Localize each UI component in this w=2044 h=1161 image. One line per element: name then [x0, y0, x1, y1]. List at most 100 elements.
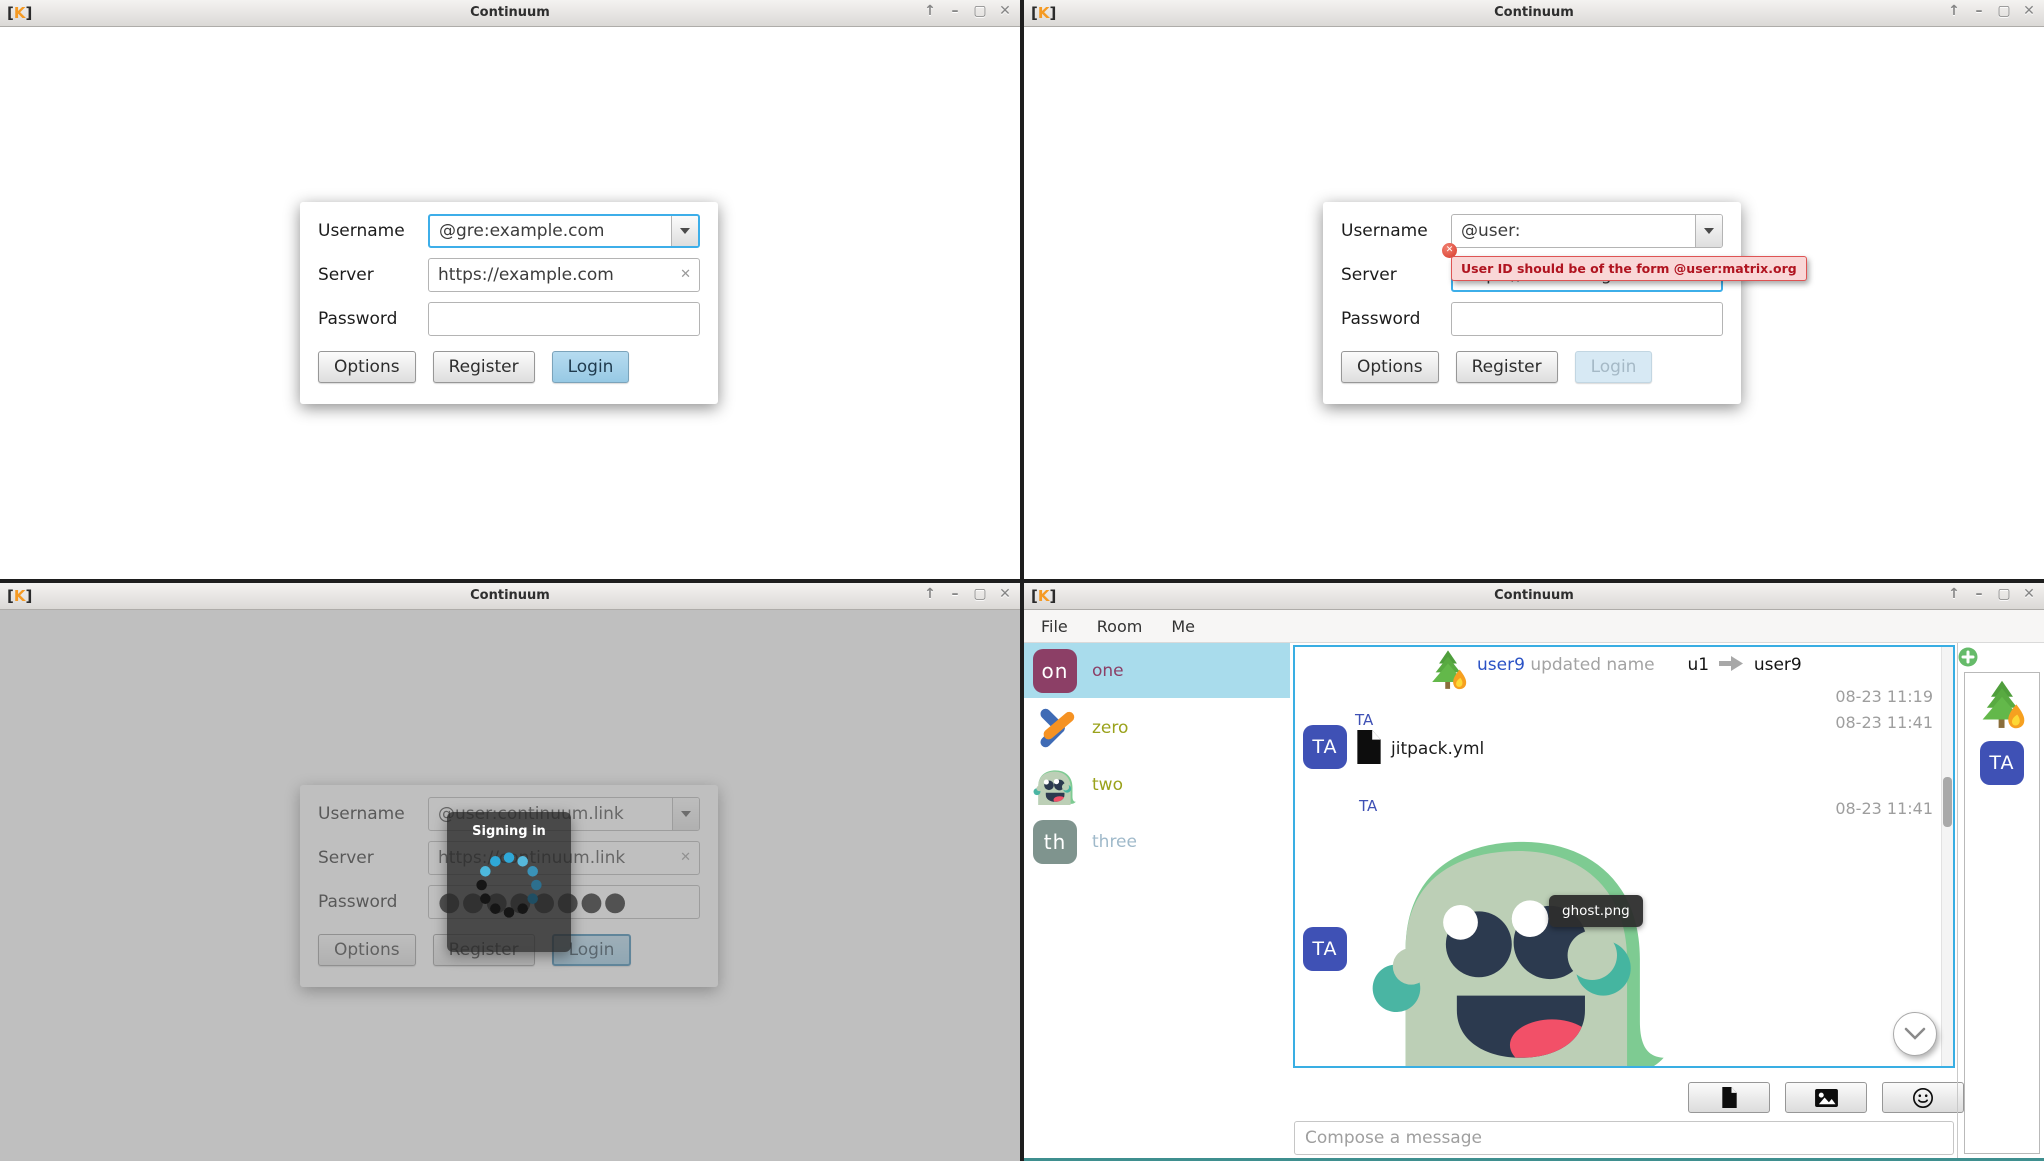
- shade-icon[interactable]: ↑: [1947, 586, 1961, 602]
- window-login-2: [K] Continuum ↑ – ▢ ✕ Username @user: Se…: [1024, 0, 2044, 579]
- avatar: TA: [1303, 927, 1347, 971]
- login-form: Username @user: Server https://matrix.or…: [1323, 202, 1741, 404]
- chevron-down-icon: [1704, 228, 1714, 234]
- window-title: Continuum: [0, 588, 1020, 603]
- room-label: one: [1092, 661, 1124, 681]
- arrow-right-icon: [1718, 656, 1744, 671]
- send-file-button[interactable]: [1688, 1082, 1770, 1113]
- k-logo-icon: [1033, 706, 1077, 750]
- server-label: Server: [318, 265, 428, 285]
- plus-icon: [1958, 647, 1978, 667]
- message-sender: TA: [1355, 711, 1373, 729]
- ghost-avatar-icon: [1033, 763, 1077, 807]
- register-button[interactable]: Register: [1456, 351, 1558, 383]
- titlebar[interactable]: [K] Continuum ↑ – ▢ ✕: [1024, 0, 2044, 27]
- member-avatar-tree-fire-icon[interactable]: [1975, 679, 2029, 737]
- room-item-one[interactable]: on one: [1024, 643, 1290, 698]
- room-avatar: on: [1033, 649, 1077, 693]
- minimize-icon[interactable]: –: [948, 3, 962, 19]
- username-combobox[interactable]: @gre:example.com: [428, 214, 700, 248]
- chevron-down-icon: [680, 228, 690, 234]
- file-name[interactable]: jitpack.yml: [1391, 739, 1484, 759]
- shade-icon[interactable]: ↑: [923, 3, 937, 19]
- password-label: Password: [1341, 309, 1451, 329]
- menu-file[interactable]: File: [1041, 617, 1068, 636]
- titlebar[interactable]: [K] Continuum ↑ – ▢ ✕: [0, 0, 1020, 27]
- shade-icon[interactable]: ↑: [1947, 3, 1961, 19]
- spinner-icon: [469, 843, 549, 927]
- member-list: TA: [1964, 672, 2040, 1154]
- maximize-icon[interactable]: ▢: [973, 3, 987, 19]
- event-text: user9 updated name u1 user9: [1477, 655, 1802, 675]
- image-tooltip: ghost.png: [1549, 895, 1643, 927]
- options-button[interactable]: Options: [1341, 351, 1439, 383]
- clear-icon[interactable]: ✕: [680, 267, 691, 282]
- titlebar[interactable]: [K] Continuum ↑ – ▢ ✕: [0, 583, 1020, 610]
- menu-room[interactable]: Room: [1097, 617, 1143, 636]
- chevron-down-icon: [1904, 1027, 1926, 1041]
- event-sender: user9: [1477, 655, 1525, 675]
- timeline-scrollbar[interactable]: [1941, 647, 1953, 1066]
- room-item-two[interactable]: two: [1024, 757, 1290, 812]
- username-value[interactable]: @gre:example.com: [430, 221, 671, 241]
- menu-me[interactable]: Me: [1171, 617, 1195, 636]
- login-button[interactable]: Login: [552, 351, 630, 383]
- username-combobox[interactable]: @user:: [1451, 214, 1723, 248]
- options-button[interactable]: Options: [318, 351, 416, 383]
- login-button-disabled: Login: [1575, 351, 1653, 383]
- emoji-button[interactable]: [1882, 1082, 1964, 1113]
- event-old-name: u1: [1687, 655, 1709, 675]
- message-timeline[interactable]: user9 updated name u1 user9 08-23 11:19 …: [1293, 645, 1955, 1068]
- room-item-zero[interactable]: zero: [1024, 700, 1290, 755]
- invite-user-button[interactable]: [1958, 647, 1978, 667]
- room-label: zero: [1092, 718, 1128, 738]
- register-button[interactable]: Register: [433, 351, 535, 383]
- signing-in-label: Signing in: [447, 824, 571, 839]
- file-icon[interactable]: [1355, 729, 1383, 769]
- error-tooltip: User ID should be of the form @user:matr…: [1451, 256, 1807, 281]
- close-icon[interactable]: ✕: [998, 3, 1012, 19]
- message-timestamp: 08-23 11:41: [1835, 713, 1933, 732]
- member-avatar[interactable]: TA: [1980, 741, 2024, 785]
- scroll-to-bottom-button[interactable]: [1893, 1012, 1937, 1056]
- file-icon: [1721, 1086, 1738, 1109]
- combobox-dropdown-button[interactable]: [671, 216, 698, 246]
- minimize-icon[interactable]: –: [1972, 3, 1986, 19]
- tree-fire-avatar-icon: [1425, 649, 1471, 697]
- window-title: Continuum: [1024, 588, 2044, 603]
- room-avatar: th: [1033, 820, 1077, 864]
- scrollbar-thumb[interactable]: [1943, 777, 1952, 827]
- window-login-1: [K] Continuum ↑ – ▢ ✕ Username @gre:exam…: [0, 0, 1020, 579]
- avatar: TA: [1303, 725, 1347, 769]
- window-title: Continuum: [0, 5, 1020, 20]
- signing-in-dialog: Signing in: [447, 812, 571, 952]
- message-timestamp: 08-23 11:41: [1835, 799, 1933, 818]
- minimize-icon[interactable]: –: [1972, 586, 1986, 602]
- close-icon[interactable]: ✕: [2022, 586, 2036, 602]
- maximize-icon[interactable]: ▢: [1997, 3, 2011, 19]
- window-chat: [K] Continuum ↑ – ▢ ✕ File Room Me on on…: [1024, 583, 2044, 1161]
- maximize-icon[interactable]: ▢: [1997, 586, 2011, 602]
- titlebar[interactable]: [K] Continuum ↑ – ▢ ✕: [1024, 583, 2044, 610]
- server-value[interactable]: https://example.com: [429, 265, 699, 285]
- send-image-button[interactable]: [1785, 1082, 1867, 1113]
- password-input[interactable]: [1451, 302, 1723, 336]
- window-login-3: [K] Continuum ↑ – ▢ ✕ Username @user:con…: [0, 583, 1020, 1161]
- menubar: File Room Me: [1024, 610, 2044, 643]
- maximize-icon[interactable]: ▢: [973, 586, 987, 602]
- window-title: Continuum: [1024, 5, 2044, 20]
- server-input[interactable]: https://example.com ✕: [428, 258, 700, 292]
- room-item-three[interactable]: th three: [1024, 814, 1290, 869]
- password-input[interactable]: [428, 302, 700, 336]
- server-label: Server: [1341, 265, 1451, 285]
- close-icon[interactable]: ✕: [2022, 3, 2036, 19]
- minimize-icon[interactable]: –: [948, 586, 962, 602]
- compose-message-input[interactable]: [1294, 1121, 1954, 1155]
- event-timestamp: 08-23 11:19: [1835, 687, 1933, 706]
- close-icon[interactable]: ✕: [998, 586, 1012, 602]
- username-label: Username: [1341, 221, 1451, 241]
- combobox-dropdown-button[interactable]: [1695, 215, 1722, 247]
- username-value[interactable]: @user:: [1452, 221, 1695, 241]
- shade-icon[interactable]: ↑: [923, 586, 937, 602]
- ghost-image[interactable]: [1369, 805, 1671, 1068]
